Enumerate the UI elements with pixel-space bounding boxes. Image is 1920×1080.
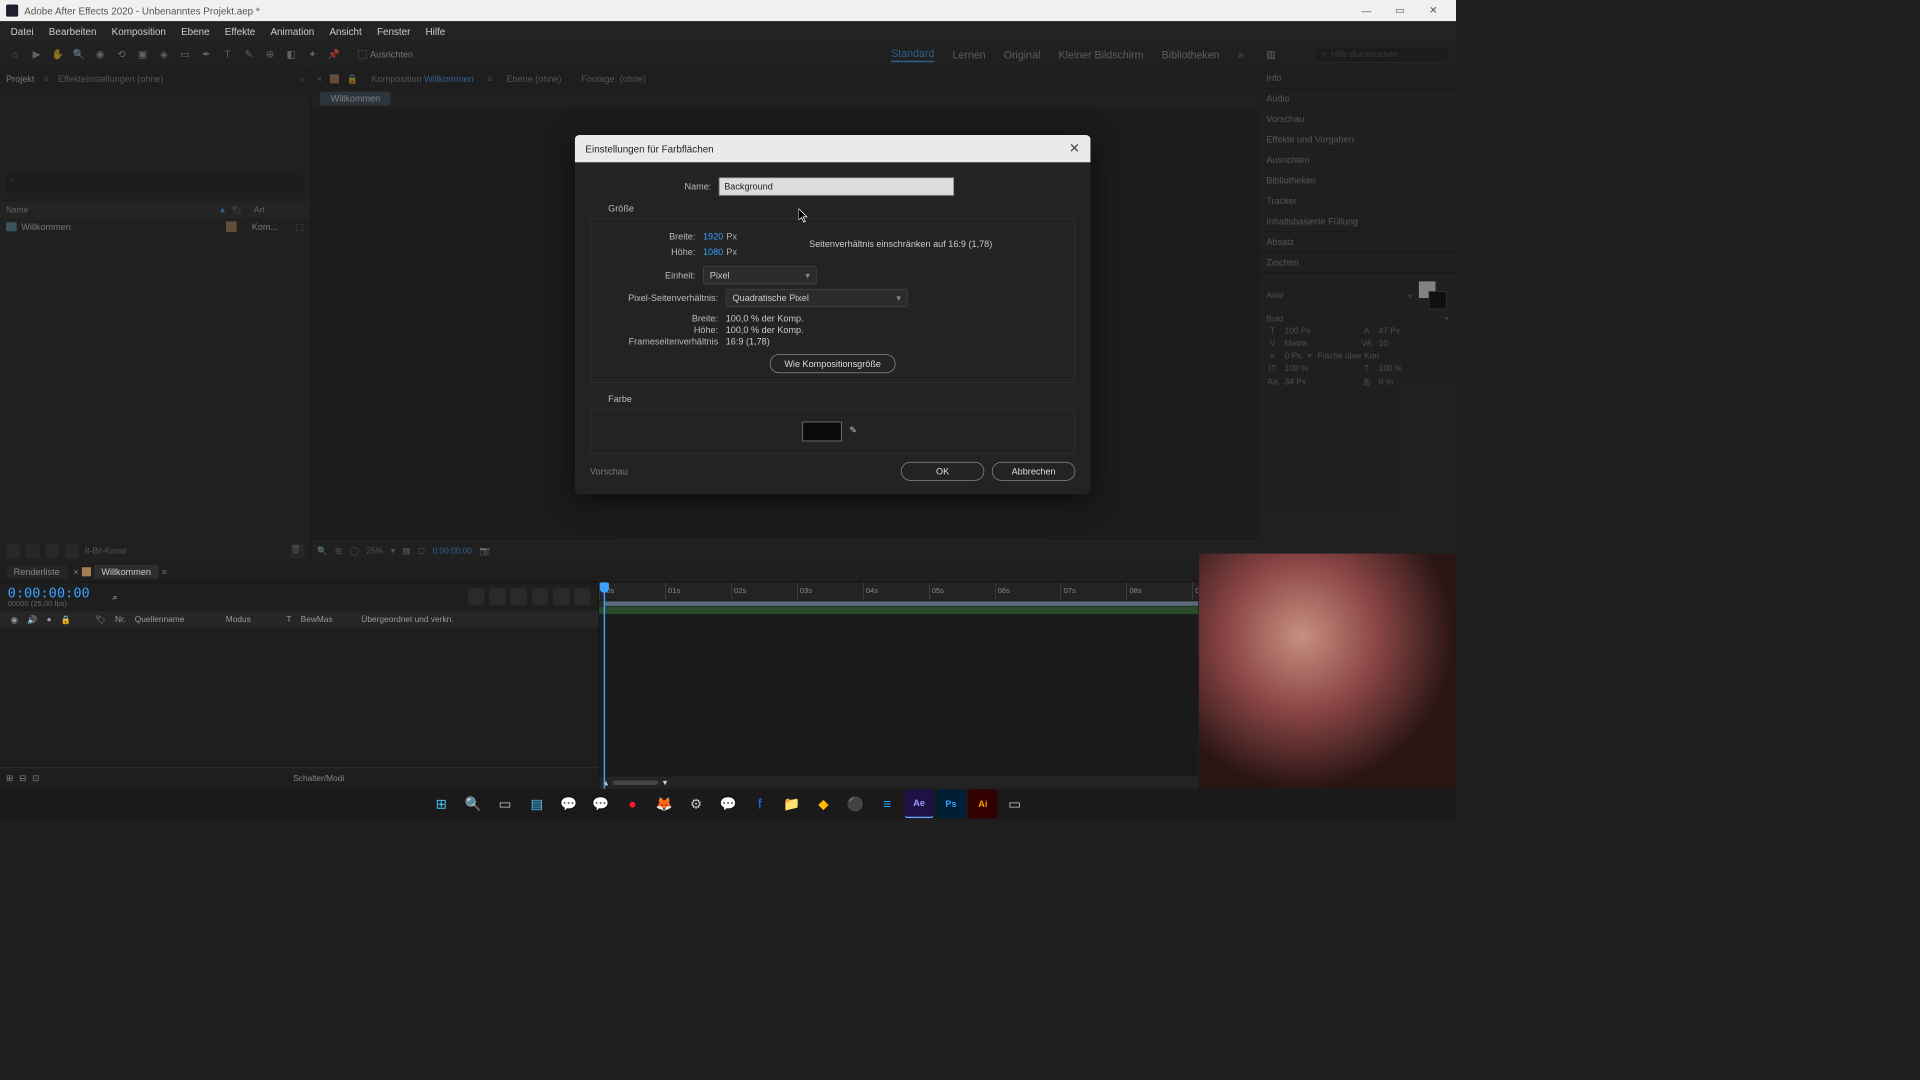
height-label: Höhe: [597,246,703,257]
par-select[interactable]: Quadratische Pixel▾ [726,289,908,307]
height-value[interactable]: 1080 [703,246,723,257]
chevron-down-icon: ▾ [896,293,901,304]
dialog-title: Einstellungen für Farbflächen [585,143,713,154]
size-group-label: Größe [590,200,1075,215]
chevron-down-icon: ▾ [805,270,810,281]
close-icon[interactable]: ✕ [1069,141,1080,156]
name-label: Name: [590,181,719,192]
preview-label: Vorschau [590,466,628,477]
ok-button[interactable]: OK [901,462,984,481]
width-value[interactable]: 1920 [703,231,723,242]
unit-label: Einheit: [597,270,703,281]
make-comp-size-button[interactable]: Wie Kompositionsgröße [770,354,895,373]
modal-overlay: Einstellungen für Farbflächen ✕ Name: Gr… [0,0,1456,819]
lock-aspect-label: Seitenverhältnis einschränken auf 16:9 (… [809,239,992,250]
name-input[interactable] [719,177,954,195]
color-swatch[interactable] [802,422,841,442]
cancel-button[interactable]: Abbrechen [992,462,1075,481]
par-label: Pixel-Seitenverhältnis: [597,293,726,304]
color-group-label: Farbe [590,391,1075,406]
mouse-cursor [799,209,811,224]
solid-settings-dialog: Einstellungen für Farbflächen ✕ Name: Gr… [575,135,1091,494]
width-label: Breite: [597,231,703,242]
eyedropper-icon[interactable]: ✎ [849,425,863,439]
unit-select[interactable]: Pixel▾ [703,266,817,284]
